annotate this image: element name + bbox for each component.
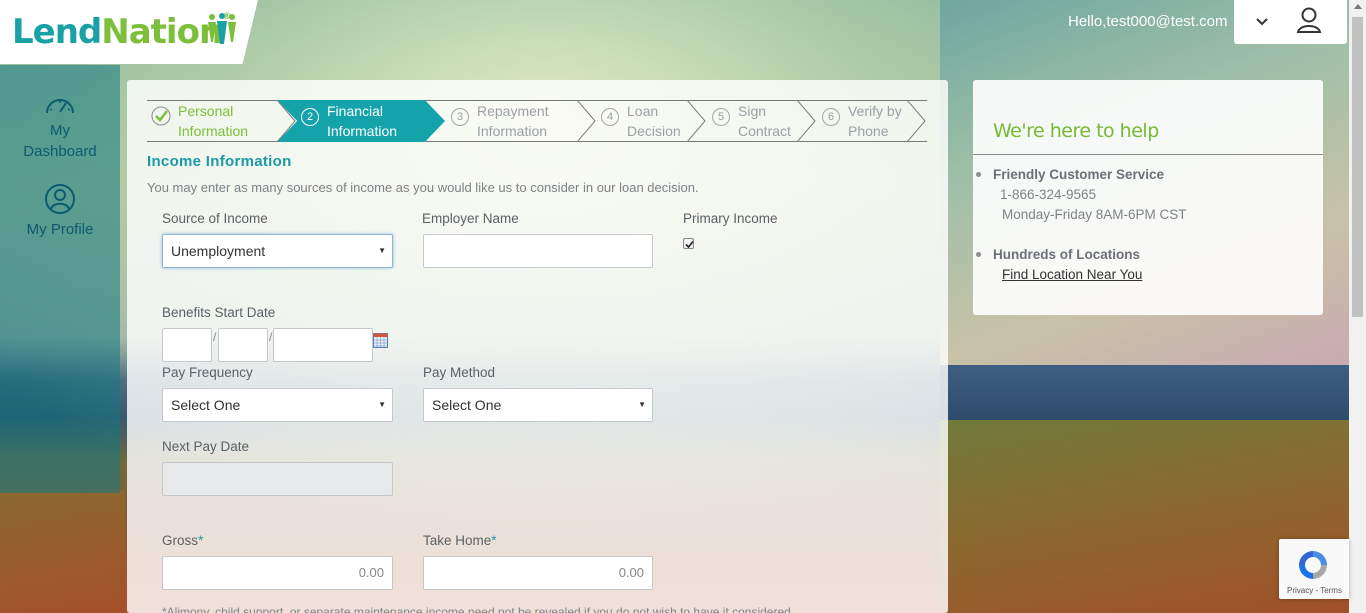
step-5-label: Sign Contract [738,103,791,139]
step-separator [797,100,816,142]
source-of-income-select[interactable]: Unemployment [162,234,393,268]
benefits-month-input[interactable] [162,328,212,362]
income-hint: You may enter as many sources of income … [147,180,699,195]
application-card: Personal Information 2 Financial Informati… [127,80,948,613]
bullet-dot [976,172,981,177]
nav-dashboard[interactable]: My Dashboard [0,92,120,162]
scroll-up-arrow-icon[interactable] [1354,4,1362,9]
employer-name-input[interactable] [423,234,653,268]
nav-dashboard-label-1: My [50,122,70,139]
step-personal-info[interactable]: Personal Information [151,100,276,142]
step-separator [577,100,596,142]
nav-profile[interactable]: My Profile [0,183,120,240]
step-separator [907,100,926,142]
step-separator [277,100,296,142]
nav-profile-label: My Profile [26,221,94,238]
pay-method-label: Pay Method [423,365,496,380]
primary-income-checkbox[interactable] [683,238,694,249]
step-4-label: Loan Decision [627,103,681,139]
nav-dashboard-label-2: Dashboard [23,143,97,160]
recaptcha-badge[interactable]: Privacy - Terms [1279,539,1349,599]
help-title: We're here to help [993,120,1159,142]
step-6-number: 6 [822,108,840,126]
background-sea [940,365,1366,425]
check-circle-icon [151,106,171,126]
date-separator: / [269,330,273,344]
pay-frequency-label: Pay Frequency [162,365,253,380]
page-scrollbar[interactable] [1349,0,1366,613]
step-3-number: 3 [451,108,469,126]
people-logo-icon [208,13,236,44]
section-title: Income Information [147,153,292,170]
primary-income-label: Primary Income [683,211,778,226]
customer-service-heading: Friendly Customer Service [993,167,1165,182]
take-home-input[interactable]: 0.00 [423,556,653,590]
step-financial-info[interactable]: 2 Financial Information [301,100,431,142]
user-icon[interactable] [1296,6,1322,34]
required-mark: * [198,533,204,548]
step-5-number: 5 [712,108,730,126]
gross-input[interactable]: 0.00 [162,556,393,590]
background-field-left [0,490,125,613]
help-divider [973,154,1323,155]
service-hours: Monday-Friday 8AM-6PM CST [1002,207,1187,222]
chevron-down-icon[interactable] [1254,12,1270,30]
scroll-thumb[interactable] [1352,17,1363,317]
step-4-number: 4 [601,108,619,126]
step-separator [687,100,706,142]
source-label: Source of Income [162,211,268,226]
find-location-link[interactable]: Find Location Near You [1002,267,1142,282]
date-separator: / [213,330,217,344]
lendnation-logo: LendNation® [12,12,231,52]
checkmark-icon [685,240,694,249]
logo-container[interactable]: LendNation® [0,0,258,64]
greeting-text: Hello,test000@test.com [1068,13,1228,30]
required-mark: * [491,533,497,548]
bullet-dot [976,252,981,257]
alimony-footnote: *Alimony, child support, or separate mai… [162,605,791,613]
user-menu[interactable] [1234,0,1347,44]
recaptcha-links[interactable]: Privacy - Terms [1287,586,1342,595]
step-1-label: Personal Information [178,103,249,139]
locations-heading: Hundreds of Locations [993,247,1141,262]
phone-number: 1-866-324-9565 [1000,187,1097,202]
benefits-day-input[interactable] [218,328,268,362]
profile-icon [45,184,75,214]
pay-frequency-select[interactable]: Select One [162,388,393,422]
recaptcha-icon [1299,551,1327,579]
calendar-icon[interactable] [373,333,388,348]
progress-steps: Personal Information 2 Financial Informati… [147,100,927,142]
step-repayment-info[interactable]: 3 Repayment Information [451,100,581,142]
benefits-year-input[interactable] [273,328,373,362]
next-pay-date-label: Next Pay Date [162,439,250,454]
help-panel: We're here to help Friendly Customer Ser… [973,80,1323,315]
employer-label: Employer Name [422,211,519,226]
gross-label: Gross* [162,533,204,548]
step-3-label: Repayment Information [477,103,549,139]
step-2-number: 2 [301,108,319,126]
pay-method-select[interactable]: Select One [423,388,653,422]
next-pay-date-input[interactable] [162,462,393,496]
take-home-label: Take Home* [423,533,497,548]
step-2-label: Financial Information [327,103,398,139]
speedometer-icon [46,99,74,114]
left-nav: My Dashboard My Profile [0,65,120,493]
step-6-label: Verify by Phone [848,103,902,139]
benefits-start-label: Benefits Start Date [162,305,276,320]
